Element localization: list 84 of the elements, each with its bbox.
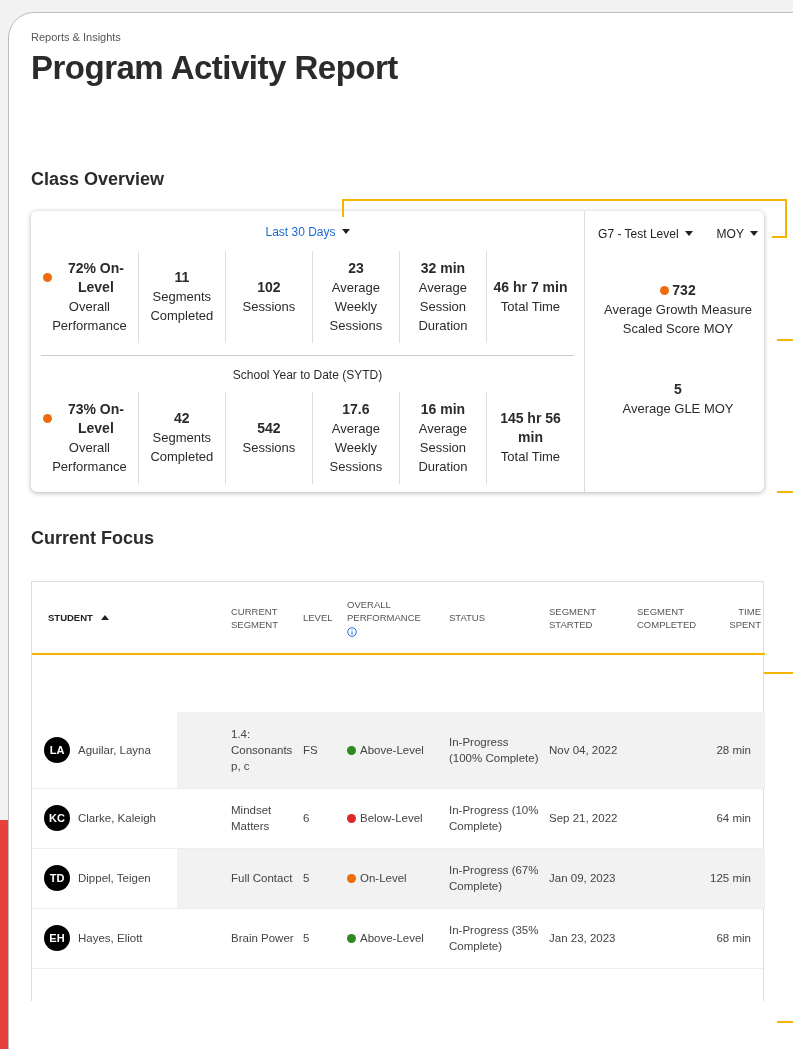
section-heading: Class Overview — [31, 169, 166, 191]
leader-line — [776, 1021, 793, 1023]
breadcrumb: Reports & Insights — [31, 30, 122, 45]
stat-label: Total Time — [500, 448, 561, 467]
table-cell: 5 — [303, 872, 310, 885]
stat-value: 73% On-Level — [66, 399, 125, 438]
student-name: Clarke, Kaleigh — [78, 811, 156, 827]
table-cell: 68 min — [716, 932, 751, 945]
measure-value: 5 — [674, 379, 682, 399]
table-cell: 5 — [303, 932, 310, 945]
avatar: KC — [44, 805, 70, 832]
performance-label: On-Level — [360, 871, 407, 887]
avatar: LA — [44, 737, 70, 764]
column-header: STATUS — [449, 612, 486, 624]
stat-value: 542 — [257, 418, 281, 438]
stat-label: Average Session Duration — [417, 278, 469, 335]
stat-label: Segments Completed — [149, 429, 215, 467]
table-cell: In-Progress (35% Complete) — [449, 924, 539, 953]
stat-value: 16 min — [420, 399, 466, 419]
table-cell: Mindset Matters — [231, 804, 272, 833]
table-cell: In-Progress (67% Complete) — [449, 864, 539, 893]
table-cell: In-Progress (10% Complete) — [449, 804, 539, 833]
performance-label: Above-Level — [360, 743, 424, 759]
period-label: School Year to Date (SYTD) — [41, 354, 574, 384]
stat-label: Sessions — [242, 297, 296, 316]
stat-label: Sessions — [242, 438, 296, 457]
period-dropdown[interactable]: Last 30 Days — [265, 222, 350, 241]
column-header: SEGMENT COMPLETED — [637, 605, 697, 630]
measure-value: 732 — [672, 280, 696, 300]
section-heading: Current Focus — [31, 527, 155, 550]
column-header: LEVEL — [303, 612, 333, 624]
stat-value: 23 — [348, 258, 364, 278]
level-dropdown[interactable]: G7 - Test Level — [598, 224, 693, 243]
table-cell: 6 — [303, 812, 310, 825]
caret-down-icon — [684, 231, 693, 237]
column-header: CURRENT SEGMENT — [231, 605, 278, 630]
table-cell: Jan 09, 2023 — [549, 872, 616, 885]
table-cell: 64 min — [716, 812, 751, 825]
stat-value: 17.6 — [342, 399, 370, 419]
stat-label: Overall Performance — [51, 438, 128, 476]
stat-value: 102 — [257, 277, 281, 297]
table-cell: Brain Power — [231, 932, 294, 945]
stat-label: Total Time — [500, 297, 561, 316]
stat-value: 145 hr 56 min — [499, 409, 562, 448]
table-cell: Nov 04, 2022 — [549, 744, 618, 757]
column-header: OVERALL PERFORMANCE — [347, 598, 422, 625]
page-title: Program Activity Report — [31, 47, 399, 88]
column-header: STUDENT — [48, 611, 93, 625]
table-cell: FS — [303, 744, 318, 757]
table-cell: 28 min — [716, 744, 751, 757]
stat-label: Average Session Duration — [417, 419, 469, 476]
avatar: EH — [44, 925, 70, 952]
stat-value: 42 — [174, 409, 190, 429]
caret-down-icon — [341, 229, 350, 235]
stat-value: 46 hr 7 min — [493, 277, 568, 297]
performance-label: Below-Level — [360, 811, 423, 827]
leader-line — [776, 491, 793, 493]
term-dropdown[interactable]: MOY — [716, 224, 758, 243]
table-cell: Jan 23, 2023 — [549, 932, 616, 945]
stat-label: Average Weekly Sessions — [328, 278, 384, 335]
table-cell: 125 min — [710, 872, 751, 885]
student-name: Hayes, Eliott — [78, 931, 143, 947]
table-cell: Sep 21, 2022 — [549, 812, 618, 825]
caret-down-icon — [749, 231, 758, 237]
stat-value: 11 — [174, 268, 190, 288]
table-cell: 1.4: Consonants p, c — [231, 728, 293, 773]
leader-line — [763, 672, 793, 674]
info-icon[interactable] — [347, 627, 357, 638]
student-name: Dippel, Teigen — [78, 871, 151, 887]
column-header: SEGMENT STARTED — [549, 605, 596, 630]
stat-value: 32 min — [420, 258, 466, 278]
student-name: Aguilar, Layna — [78, 743, 151, 759]
measure-label: Average Growth Measure Scaled Score MOY — [603, 300, 753, 338]
avatar: TD — [44, 865, 70, 892]
measure-label: Average GLE MOY — [621, 399, 735, 418]
performance-label: Above-Level — [360, 931, 424, 947]
table-cell: In-Progress (100% Complete) — [449, 736, 539, 765]
table-cell: Full Contact — [231, 872, 293, 885]
stat-label: Segments Completed — [149, 288, 215, 326]
stat-value: 72% On-Level — [66, 258, 125, 297]
stat-label: Average Weekly Sessions — [328, 419, 384, 476]
stat-label: Overall Performance — [51, 297, 128, 335]
leader-line — [776, 339, 793, 341]
column-header: TIME SPENT — [729, 605, 761, 630]
